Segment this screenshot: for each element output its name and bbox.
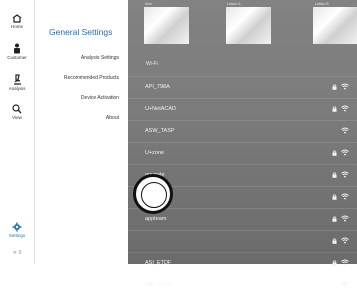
lock-icon (332, 150, 337, 156)
network-name: API_798A (145, 84, 170, 90)
highlight-ring (141, 182, 167, 208)
network-row[interactable]: ASW_TASP (128, 120, 357, 143)
page-title: General Settings (49, 27, 113, 37)
wifi-signal-icon (341, 171, 349, 178)
microscope-icon (13, 74, 21, 85)
network-name: ASW_TASP (145, 128, 175, 134)
nav-customer-label: Customer (7, 55, 27, 60)
network-row[interactable]: U+zone (128, 142, 357, 165)
lock-icon (332, 172, 337, 178)
nav-settings-label: Settings (8, 233, 26, 238)
network-row[interactable] (128, 230, 357, 253)
status-indicator: ᯤ 0 (0, 250, 34, 256)
wifi-signal-icon (341, 193, 349, 200)
thumb-label: Lesion A (227, 2, 241, 6)
wifi-panel: Skin Lesion A Lesion B Wi-Fi API_798A U+N… (128, 0, 357, 288)
wifi-status-icon: ᯤ (12, 250, 18, 256)
network-row[interactable]: API_798A (128, 76, 357, 99)
person-icon (14, 43, 20, 54)
wifi-signal-icon (341, 215, 349, 222)
network-name: U+NetACAD (145, 106, 177, 112)
wifi-signal-icon (341, 281, 349, 288)
nav-settings[interactable]: Settings (0, 222, 34, 238)
thumbnail-image[interactable] (144, 7, 189, 44)
network-name: appteam (145, 216, 167, 222)
nav-home-label: Home (10, 24, 23, 29)
lock-icon (332, 194, 337, 200)
wifi-signal-icon (341, 259, 349, 266)
network-row[interactable]: U+NetACAD (128, 98, 357, 121)
menu-item-about[interactable]: About (106, 115, 119, 121)
wifi-signal-icon (341, 127, 349, 134)
wifi-signal-icon (341, 237, 349, 244)
wifi-signal-icon (341, 149, 349, 156)
nav-analysis-label: Analysis (8, 86, 26, 91)
nav-rail: Home Customer Analysis View Settings ᯤ 0 (0, 0, 35, 264)
thumbnail-image[interactable] (226, 7, 271, 44)
magnifier-icon (12, 104, 22, 114)
nav-customer[interactable]: Customer (0, 43, 34, 60)
nav-home[interactable]: Home (0, 14, 34, 29)
thumb-label: Skin (145, 2, 152, 6)
network-name: U+zone (145, 150, 165, 156)
menu-item-device-activation[interactable]: Device Activation (81, 95, 119, 101)
wifi-signal-icon (341, 83, 349, 90)
home-icon (12, 14, 22, 23)
settings-menu: General Settings Analysis Settings Recom… (35, 0, 127, 264)
menu-item-recommended-products[interactable]: Recommended Products (64, 75, 119, 81)
thumb-label: Lesion B (315, 2, 329, 6)
network-name: ASI_ETDF (145, 260, 172, 266)
status-text: 0 (18, 250, 22, 256)
thumbnail-image[interactable] (313, 7, 357, 44)
nav-analysis[interactable]: Analysis (0, 74, 34, 91)
menu-item-analysis-settings[interactable]: Analysis Settings (81, 55, 119, 61)
lock-icon (332, 106, 337, 112)
network-row[interactable]: ABL_7F63 (128, 274, 357, 297)
lock-icon (332, 216, 337, 222)
wifi-signal-icon (341, 105, 349, 112)
lock-icon (332, 84, 337, 90)
nav-view-label: View (12, 115, 22, 120)
wifi-section-header: Wi-Fi (146, 61, 158, 67)
lock-icon (332, 260, 337, 266)
gear-icon (12, 222, 22, 232)
network-name: ABL_7F63 (145, 282, 171, 288)
lock-icon (332, 238, 337, 244)
nav-view[interactable]: View (0, 104, 34, 120)
highlight-annotation (133, 174, 173, 214)
